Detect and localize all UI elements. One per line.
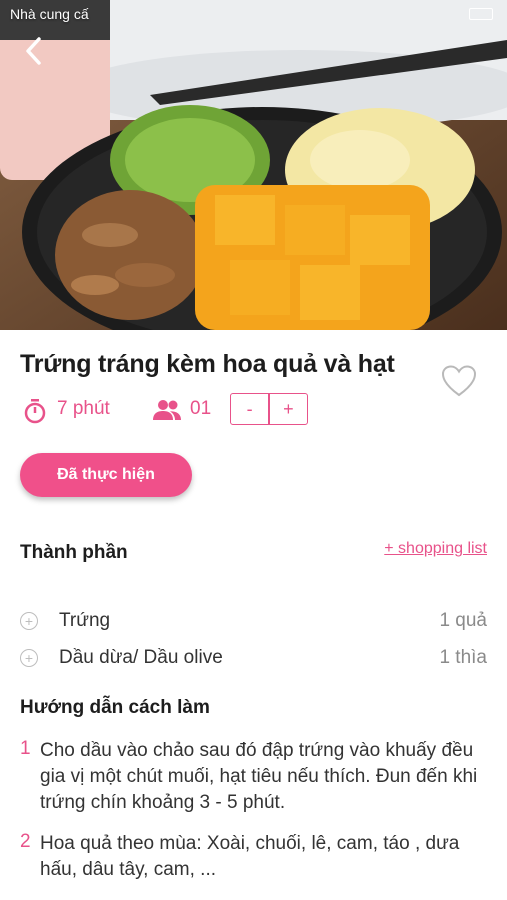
step-text: Hoa quả theo mùa: Xoài, chuối, lê, cam, … bbox=[40, 833, 460, 880]
cook-time: 7 phút bbox=[57, 398, 110, 419]
ingredient-name: Trứng bbox=[59, 610, 111, 631]
mark-done-button[interactable]: Đã thực hiện bbox=[20, 453, 192, 497]
ingredient-name: Dầu dừa/ Dầu olive bbox=[59, 647, 223, 668]
people-icon bbox=[153, 400, 181, 420]
recipe-title: Trứng tráng kèm hoa quả và hạt bbox=[20, 350, 395, 378]
ingredient-quantity: 1 quả bbox=[439, 610, 487, 631]
increase-servings-button[interactable]: + bbox=[270, 394, 307, 424]
shopping-list-link[interactable]: + shopping list bbox=[384, 540, 487, 558]
ingredient-row: + Trứng 1 quả bbox=[20, 606, 487, 636]
step-number: 1 bbox=[20, 738, 31, 759]
heart-icon[interactable] bbox=[441, 365, 477, 397]
ingredient-quantity: 1 thìa bbox=[439, 647, 487, 668]
instructions-heading: Hướng dẫn cách làm bbox=[20, 697, 210, 718]
ingredient-row: + Dầu dừa/ Dầu olive 1 thìa bbox=[20, 643, 487, 673]
recipe-hero-image bbox=[0, 0, 507, 330]
instruction-step: 2 Hoa quả theo mùa: Xoài, chuối, lê, cam… bbox=[20, 831, 487, 883]
decrease-servings-button[interactable]: - bbox=[231, 394, 268, 424]
status-carrier: Nhà cung cấ bbox=[10, 6, 89, 22]
servings-count: 01 bbox=[190, 398, 212, 419]
timer-icon bbox=[24, 399, 46, 424]
back-arrow-icon[interactable] bbox=[20, 36, 46, 66]
instruction-step: 1 Cho dầu vào chảo sau đó đập trứng vào … bbox=[20, 738, 487, 816]
ingredients-heading: Thành phần bbox=[20, 542, 128, 563]
battery-icon bbox=[469, 8, 493, 20]
step-number: 2 bbox=[20, 831, 31, 852]
add-circle-icon[interactable]: + bbox=[20, 649, 38, 667]
step-text: Cho dầu vào chảo sau đó đập trứng vào kh… bbox=[40, 740, 478, 813]
add-circle-icon[interactable]: + bbox=[20, 612, 38, 630]
servings-stepper: - + bbox=[230, 393, 308, 425]
